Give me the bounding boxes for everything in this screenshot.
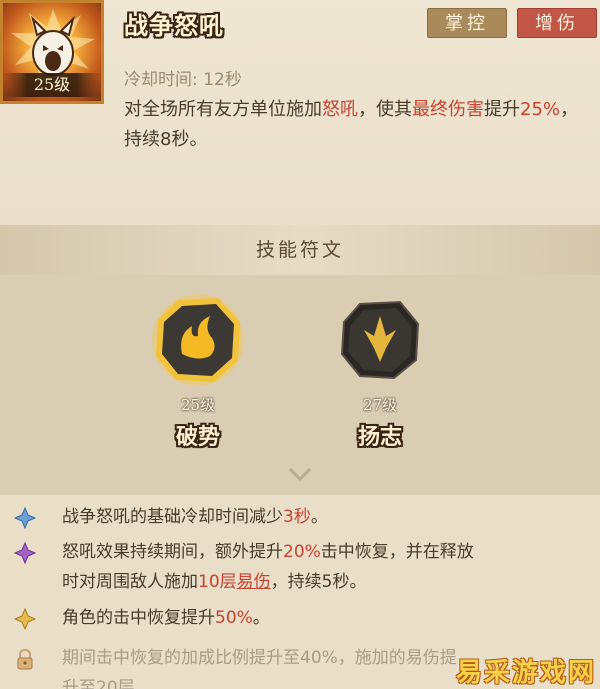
skill-title: 战争怒吼 xyxy=(124,12,224,40)
effect-text: 角色的击中恢复提升50%。 xyxy=(62,608,270,628)
damage-boost-value: 25% xyxy=(520,99,561,120)
effect-text: 战争怒吼的基础冷却时间减少3秒。 xyxy=(62,507,328,527)
skill-level-badge: 25级 xyxy=(3,73,101,97)
effect-text: 怒吼效果持续期间，额外提升20%击中恢复，并在释放 时对周围敌人施加10层易伤，持… xyxy=(62,542,474,592)
rune-level: 27级 xyxy=(362,396,398,414)
skill-description: 对全场所有友方单位施加怒吼，使其最终伤害提升25%，持续8秒。 xyxy=(124,99,579,150)
lock-icon xyxy=(17,648,33,670)
rune-breaking-momentum[interactable]: 25级 破势 xyxy=(143,290,253,451)
watermark-logo: 易采游戏网 xyxy=(455,658,596,688)
rune-section-title: 技能符文 xyxy=(0,225,600,275)
keyword-final-damage: 最终伤害 xyxy=(412,99,484,120)
rune-effects-list: 战争怒吼的基础冷却时间减少3秒。 怒吼效果持续期间，额外提升20%击中恢复，并在… xyxy=(0,495,600,689)
skill-icon[interactable]: 25级 xyxy=(0,0,104,104)
flame-rune-icon xyxy=(152,294,244,386)
blue-diamond-icon xyxy=(14,507,36,529)
purple-diamond-icon xyxy=(14,542,36,564)
skill-header: 25级 战争怒吼 掌控 增伤 冷却时间: 12秒 对全场所有友方单位施加怒吼，使… xyxy=(0,0,600,225)
tag-damage-boost[interactable]: 增伤 xyxy=(517,8,597,38)
rune-name: 破势 xyxy=(175,425,220,450)
rune-rising-will[interactable]: 27级 扬志 xyxy=(325,290,435,451)
rune-name: 扬志 xyxy=(357,425,402,450)
rune-level: 25级 xyxy=(180,396,216,414)
skill-runes-panel: 技能符文 25级 破势 27级 扬志 xyxy=(0,225,600,495)
skill-cooldown: 冷却时间: 12秒 xyxy=(124,70,242,90)
rising-arrow-rune-icon xyxy=(340,300,420,380)
gold-diamond-icon xyxy=(14,608,36,630)
tag-control[interactable]: 掌控 xyxy=(427,8,507,38)
chevron-down-icon xyxy=(288,467,312,482)
keyword-vulnerable[interactable]: 易伤 xyxy=(237,572,271,592)
keyword-roar[interactable]: 怒吼 xyxy=(322,99,358,120)
